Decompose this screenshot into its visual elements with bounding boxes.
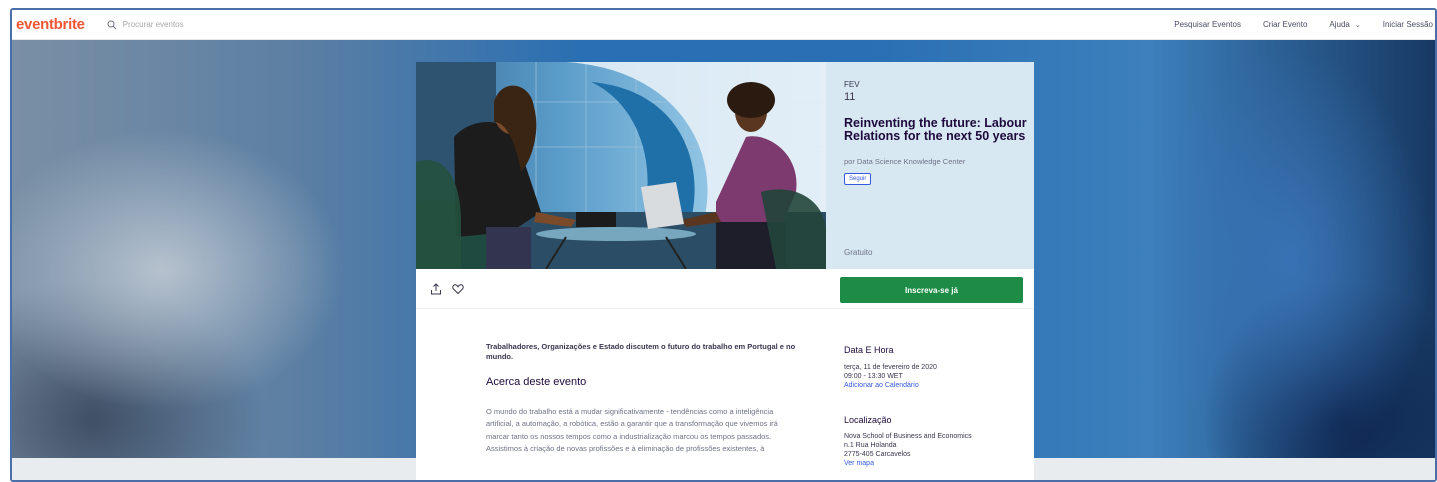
top-navigation: eventbrite Pesquisar Eventos Criar Event…	[12, 10, 1435, 40]
nav-create-event[interactable]: Criar Evento	[1263, 20, 1307, 29]
location-heading: Localização	[844, 415, 892, 425]
event-title: Reinventing the future: Labour Relations…	[844, 116, 1027, 143]
event-price: Gratuito	[844, 248, 873, 257]
follow-button[interactable]: Seguir	[844, 173, 872, 185]
heart-icon[interactable]	[452, 283, 464, 295]
event-summary: Trabalhadores, Organizações e Estado dis…	[486, 342, 796, 361]
venue-name: Nova School of Business and Economics	[844, 433, 972, 440]
about-text: O mundo do trabalho está a mudar signifi…	[486, 407, 778, 453]
register-button[interactable]: Inscreva-se já	[840, 277, 1023, 303]
time-line: 09:00 - 13:30 WET	[844, 373, 903, 380]
search-input[interactable]	[122, 20, 323, 29]
share-icon[interactable]	[430, 283, 442, 295]
about-heading: Acerca deste evento	[486, 376, 587, 388]
event-organizer[interactable]: por Data Science Knowledge Center	[844, 157, 1034, 166]
event-month: FEV	[844, 80, 860, 89]
address-line-1: n.1 Rua Holanda	[844, 442, 897, 449]
nav-search-events[interactable]: Pesquisar Eventos	[1174, 20, 1241, 29]
nav-sign-in[interactable]: Iniciar Sessão	[1383, 20, 1433, 29]
event-day: 11	[844, 91, 856, 103]
nav-links: Pesquisar Eventos Criar Evento Ajuda ⌄ I…	[1152, 20, 1435, 29]
eventbrite-logo[interactable]: eventbrite	[16, 16, 85, 33]
date-heading: Data E Hora	[844, 345, 894, 355]
date-line: terça, 11 de fevereiro de 2020	[844, 364, 937, 371]
address-line-2: 2775-405 Carcavelos	[844, 451, 911, 458]
event-details-aside: Data E Hora terça, 11 de fevereiro de 20…	[844, 345, 1024, 468]
view-map-link[interactable]: Ver mapa	[844, 459, 1024, 468]
search-icon	[107, 20, 117, 29]
event-info-panel: FEV 11 Reinventing the future: Labour Re…	[826, 62, 1034, 269]
event-hero-image	[416, 62, 826, 269]
browser-frame: eventbrite Pesquisar Eventos Criar Event…	[10, 8, 1437, 482]
nav-help-label: Ajuda	[1329, 20, 1350, 29]
add-to-calendar-link[interactable]: Adicionar ao Calendário	[844, 381, 1024, 390]
event-card: FEV 11 Reinventing the future: Labour Re…	[416, 62, 1034, 480]
chevron-down-icon: ⌄	[1354, 21, 1361, 29]
search-bar[interactable]	[107, 20, 323, 30]
action-bar: Inscreva-se já	[416, 269, 1034, 309]
nav-help[interactable]: Ajuda ⌄	[1329, 20, 1360, 29]
event-description: Trabalhadores, Organizações e Estado dis…	[486, 342, 796, 455]
